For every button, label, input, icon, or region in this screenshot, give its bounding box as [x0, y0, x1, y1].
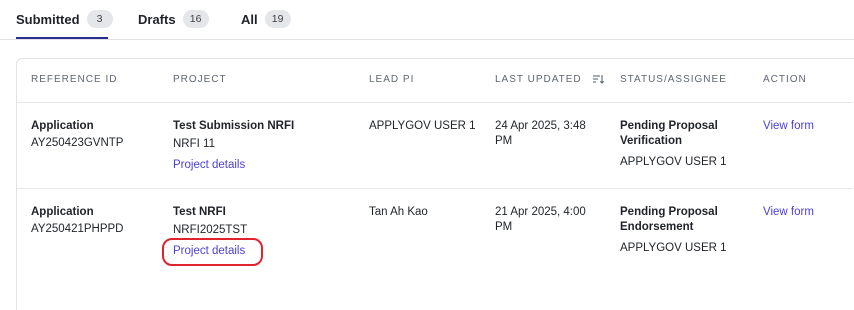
tab-drafts[interactable]: Drafts 16	[138, 8, 209, 30]
tab-bar: Submitted 3 Drafts 16 All 19	[0, 0, 854, 40]
column-header-project: PROJECT	[173, 74, 227, 85]
view-form-link[interactable]: View form	[763, 119, 814, 134]
status-label: Pending Proposal	[620, 206, 718, 218]
tab-count-badge: 19	[264, 10, 291, 28]
last-updated-time: PM	[495, 135, 513, 147]
column-header-action: ACTION	[763, 74, 807, 85]
row-divider	[17, 188, 853, 189]
last-updated-time: PM	[495, 221, 513, 233]
column-header-reference-id: REFERENCE ID	[31, 74, 118, 85]
project-code: NRFI2025TST	[173, 224, 248, 236]
lead-pi: APPLYGOV USER 1	[369, 120, 476, 132]
last-updated-date: 24 Apr 2025, 3:48	[495, 120, 586, 132]
project-code: NRFI 11	[173, 138, 215, 150]
tab-count-badge: 3	[86, 10, 113, 28]
column-header-last-updated[interactable]: LAST UPDATED	[495, 74, 582, 85]
reference-id: AY250421PHPPD	[31, 223, 124, 235]
assignee: APPLYGOV USER 1	[620, 156, 727, 168]
tab-label: All	[241, 11, 258, 27]
tab-count-badge: 16	[182, 10, 209, 28]
lead-pi: Tan Ah Kao	[369, 206, 428, 218]
status-label: Pending Proposal	[620, 120, 718, 132]
column-header-lead-pi: LEAD PI	[369, 74, 415, 85]
tab-submitted[interactable]: Submitted 3	[16, 8, 113, 30]
header-divider	[17, 102, 853, 103]
project-title: Test Submission NRFI	[173, 120, 295, 132]
reference-id: AY250423GVNTP	[31, 137, 124, 149]
column-header-status-assignee: STATUS/ASSIGNEE	[620, 74, 727, 85]
project-title: Test NRFI	[173, 206, 226, 218]
reference-type: Application	[31, 120, 94, 132]
project-details-link[interactable]: Project details	[173, 158, 245, 173]
tab-label: Submitted	[16, 11, 80, 27]
assignee: APPLYGOV USER 1	[620, 242, 727, 254]
status-label-continued: Endorsement	[620, 221, 694, 233]
sort-icon[interactable]	[592, 73, 604, 85]
tab-label: Drafts	[138, 11, 176, 27]
active-tab-indicator	[16, 37, 108, 39]
last-updated-date: 21 Apr 2025, 4:00	[495, 206, 586, 218]
submissions-table-card	[16, 58, 854, 310]
reference-type: Application	[31, 206, 94, 218]
view-form-link[interactable]: View form	[763, 205, 814, 220]
highlight-annotation-ring	[162, 238, 263, 266]
tab-all[interactable]: All 19	[241, 8, 291, 30]
status-label-continued: Verification	[620, 135, 682, 147]
